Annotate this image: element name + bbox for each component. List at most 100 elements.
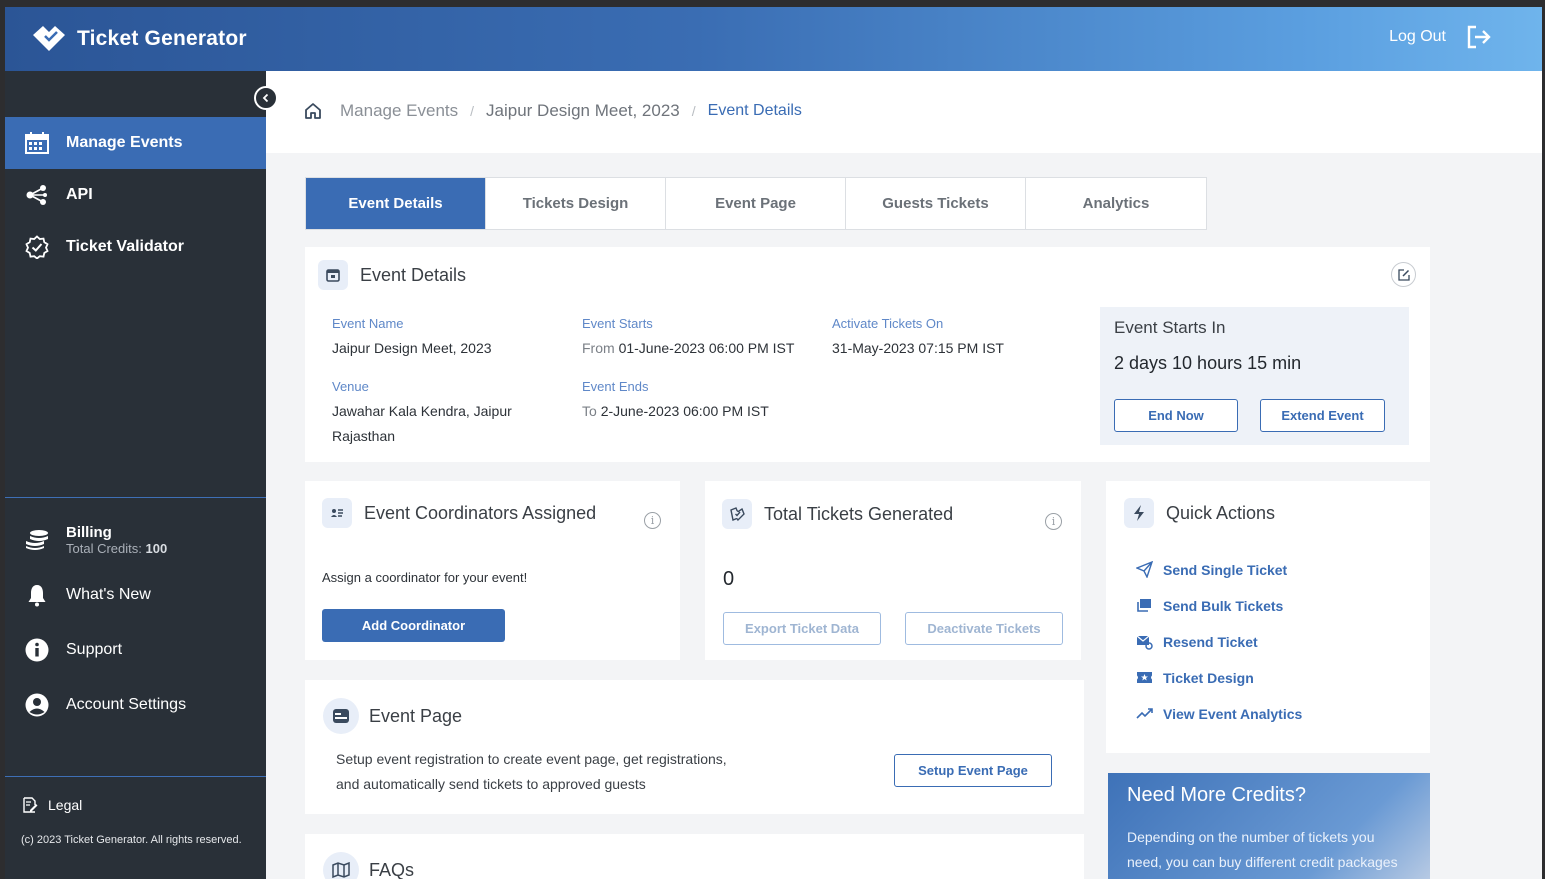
edit-icon bbox=[1397, 268, 1410, 281]
quick-action-send-bulk-tickets[interactable]: Send Bulk Tickets bbox=[1136, 597, 1283, 614]
sidebar-item-label: Ticket Validator bbox=[66, 238, 184, 255]
credits-line-1: Depending on the number of tickets you bbox=[1127, 829, 1375, 845]
breadcrumb-bar: Manage Events / Jaipur Design Meet, 2023… bbox=[266, 71, 1542, 153]
top-header: Ticket Generator Log Out bbox=[5, 7, 1542, 71]
calendar-icon bbox=[25, 132, 49, 154]
setup-event-page-button[interactable]: Setup Event Page bbox=[894, 754, 1052, 787]
home-icon[interactable] bbox=[304, 102, 322, 120]
coordinators-card: Event Coordinators Assigned i Assign a c… bbox=[305, 481, 680, 660]
sidebar-item-ticket-validator[interactable]: Ticket Validator bbox=[5, 221, 266, 273]
tab-event-page[interactable]: Event Page bbox=[666, 178, 846, 229]
activate-tickets-label: Activate Tickets On bbox=[832, 316, 944, 331]
tab-analytics[interactable]: Analytics bbox=[1026, 178, 1206, 229]
check-badge-icon bbox=[25, 235, 49, 259]
event-tabs: Event Details Tickets Design Event Page … bbox=[305, 177, 1207, 230]
ticket-logo-icon bbox=[33, 26, 65, 51]
sidebar-item-whats-new[interactable]: What's New bbox=[5, 569, 266, 621]
coordinators-title: Event Coordinators Assigned bbox=[364, 502, 597, 523]
bell-icon bbox=[28, 585, 46, 607]
logout-icon bbox=[1467, 25, 1491, 49]
event-details-card: Event Details Event Name Jaipur Design M… bbox=[305, 247, 1430, 462]
faqs-card: FAQs bbox=[305, 834, 1084, 879]
starts-date: 01-June-2023 06:00 PM IST bbox=[618, 340, 795, 356]
venue-line-1: Jawahar Kala Kendra, Jaipur bbox=[332, 403, 512, 419]
venue-value: Jawahar Kala Kendra, Jaipur Rajasthan bbox=[332, 399, 512, 449]
event-page-title: Event Page bbox=[369, 705, 463, 726]
end-now-button[interactable]: End Now bbox=[1114, 399, 1238, 432]
from-prefix: From bbox=[582, 340, 615, 356]
quick-action-label: Send Single Ticket bbox=[1163, 561, 1288, 578]
legal-link[interactable]: Legal bbox=[22, 797, 82, 813]
tab-guests-tickets[interactable]: Guests Tickets bbox=[846, 178, 1026, 229]
ticket-icon bbox=[1137, 672, 1152, 683]
credits-line-2: need, you can buy different credit packa… bbox=[1127, 854, 1398, 870]
credits-label: Total Credits: bbox=[66, 541, 142, 556]
send-icon bbox=[1136, 561, 1153, 578]
event-page-desc-line-2: and automatically send tickets to approv… bbox=[336, 776, 646, 792]
event-ends-value: To 2-June-2023 06:00 PM IST bbox=[582, 399, 769, 424]
sidebar-item-label: What's New bbox=[66, 586, 151, 603]
quick-action-send-single-ticket[interactable]: Send Single Ticket bbox=[1136, 561, 1287, 578]
map-icon bbox=[323, 852, 359, 879]
add-coordinator-button[interactable]: Add Coordinator bbox=[322, 609, 505, 642]
breadcrumb-event[interactable]: Jaipur Design Meet, 2023 bbox=[486, 101, 680, 121]
logout-button[interactable]: Log Out bbox=[1389, 25, 1492, 49]
extend-event-button[interactable]: Extend Event bbox=[1260, 399, 1385, 432]
activate-tickets-value: 31-May-2023 07:15 PM IST bbox=[832, 340, 1004, 356]
export-ticket-data-button[interactable]: Export Ticket Data bbox=[723, 612, 881, 645]
quick-action-ticket-design[interactable]: Ticket Design bbox=[1136, 669, 1254, 686]
sidebar-item-label: API bbox=[66, 186, 93, 203]
breadcrumb-manage-events[interactable]: Manage Events bbox=[340, 101, 458, 121]
tickets-icon bbox=[722, 499, 752, 529]
app-name: Ticket Generator bbox=[77, 27, 247, 50]
sidebar-collapse-button[interactable] bbox=[254, 86, 278, 110]
ends-date: 2-June-2023 06:00 PM IST bbox=[600, 403, 769, 419]
logout-label: Log Out bbox=[1389, 28, 1446, 45]
tab-tickets-design[interactable]: Tickets Design bbox=[486, 178, 666, 229]
quick-action-label: Resend Ticket bbox=[1163, 633, 1258, 650]
faqs-title: FAQs bbox=[369, 859, 415, 879]
quick-action-view-event-analytics[interactable]: View Event Analytics bbox=[1136, 705, 1302, 722]
quick-actions-title: Quick Actions bbox=[1166, 502, 1276, 523]
event-page-card: Event Page Setup event registration to c… bbox=[305, 680, 1084, 814]
legal-label: Legal bbox=[48, 797, 83, 813]
event-starts-value: From 01-June-2023 06:00 PM IST bbox=[582, 336, 794, 361]
coordinators-header: Event Coordinators Assigned bbox=[322, 498, 596, 528]
event-starts-label: Event Starts bbox=[582, 316, 653, 331]
event-details-header: Event Details bbox=[318, 260, 466, 290]
sidebar-item-billing[interactable]: Billing Total Credits: 100 bbox=[5, 513, 266, 567]
breadcrumb: Manage Events / Jaipur Design Meet, 2023… bbox=[304, 101, 802, 121]
tab-event-details[interactable]: Event Details bbox=[306, 178, 486, 229]
info-circle-icon[interactable]: i bbox=[644, 512, 661, 529]
event-page-desc-line-1: Setup event registration to create event… bbox=[336, 751, 727, 767]
sidebar-item-api[interactable]: API bbox=[5, 169, 266, 221]
quick-actions-card: Quick Actions Send Single Ticket Send Bu… bbox=[1106, 481, 1430, 753]
event-countdown-box: Event Starts In 2 days 10 hours 15 min E… bbox=[1100, 307, 1409, 445]
breadcrumb-separator: / bbox=[691, 103, 696, 119]
sidebar-item-manage-events[interactable]: Manage Events bbox=[5, 117, 266, 169]
lightning-icon bbox=[1124, 498, 1154, 528]
brand[interactable]: Ticket Generator bbox=[31, 23, 247, 55]
event-name-value: Jaipur Design Meet, 2023 bbox=[332, 340, 492, 356]
breadcrumb-current: Event Details bbox=[707, 102, 802, 119]
credits-title: Need More Credits? bbox=[1127, 784, 1306, 806]
edit-event-button[interactable] bbox=[1391, 262, 1416, 287]
info-circle-icon[interactable]: i bbox=[1045, 513, 1062, 530]
venue-label: Venue bbox=[332, 379, 369, 394]
event-ends-label: Event Ends bbox=[582, 379, 649, 394]
deactivate-tickets-button[interactable]: Deactivate Tickets bbox=[905, 612, 1063, 645]
trending-line-icon bbox=[1136, 708, 1153, 719]
event-page-header: Event Page bbox=[323, 698, 462, 734]
sidebar-item-account-settings[interactable]: Account Settings bbox=[5, 679, 266, 731]
coins-icon bbox=[26, 530, 48, 550]
quick-action-resend-ticket[interactable]: Resend Ticket bbox=[1136, 633, 1258, 650]
share-icon bbox=[26, 185, 47, 205]
sidebar-item-support[interactable]: Support bbox=[5, 624, 266, 676]
credits-promo-card[interactable]: Need More Credits? Depending on the numb… bbox=[1108, 773, 1430, 879]
sidebar-divider bbox=[5, 776, 266, 777]
coordinators-message: Assign a coordinator for your event! bbox=[322, 570, 528, 585]
tickets-title: Total Tickets Generated bbox=[764, 503, 954, 524]
app-window: Ticket Generator Log Out Manage Events A… bbox=[5, 7, 1542, 879]
quick-action-label: View Event Analytics bbox=[1163, 705, 1303, 722]
credits-description: Depending on the number of tickets you n… bbox=[1127, 825, 1398, 875]
